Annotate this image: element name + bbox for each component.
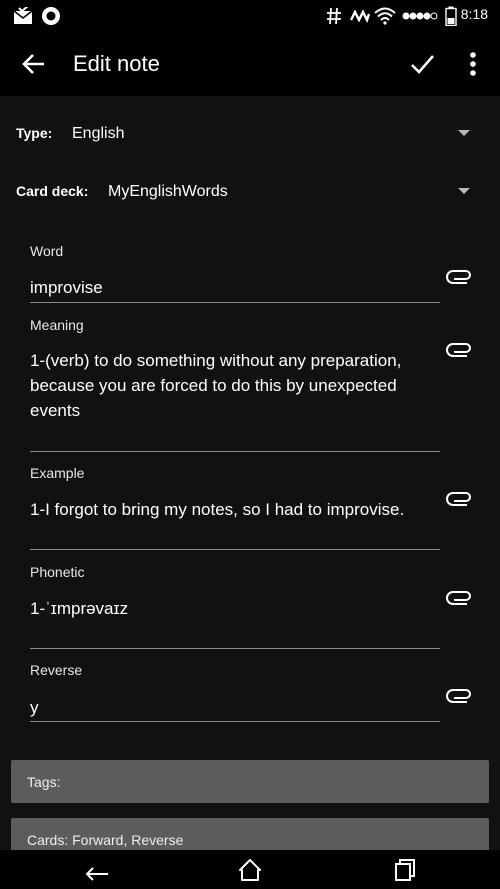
reverse-attach-icon[interactable] <box>446 685 474 705</box>
status-time: 8:18 <box>460 6 488 22</box>
check-icon[interactable] <box>408 50 436 78</box>
meaning-attach-icon[interactable] <box>446 339 474 359</box>
circle-app-icon <box>40 4 62 28</box>
word-underline <box>30 302 440 303</box>
battery-icon <box>444 4 458 28</box>
tags-label: Tags: <box>27 774 61 790</box>
meaning-field[interactable]: 1-(verb) to do something without any pre… <box>30 348 442 423</box>
nav-home-icon[interactable] <box>237 858 263 882</box>
hash-icon <box>325 4 343 28</box>
card-deck-dropdown[interactable]: MyEnglishWords <box>108 183 228 201</box>
word-label: Word <box>30 243 64 259</box>
meaning-underline <box>30 451 440 452</box>
reverse-field[interactable]: y <box>30 695 442 720</box>
wifi-icon <box>374 4 396 28</box>
activity-icon <box>350 4 370 28</box>
nav-back-icon[interactable] <box>84 858 110 882</box>
meaning-label: Meaning <box>30 317 84 333</box>
example-underline <box>30 549 440 550</box>
example-field[interactable]: 1-I forgot to bring my notes, so I had t… <box>30 497 442 522</box>
more-vert-icon[interactable] <box>463 50 483 78</box>
phonetic-attach-icon[interactable] <box>446 587 474 607</box>
edit-note-form: Type: English Card deck: MyEnglishWords … <box>0 96 500 858</box>
nav-recents-icon[interactable] <box>392 858 418 882</box>
signal-dots-icon <box>402 4 438 28</box>
mail-check-icon <box>12 4 34 28</box>
status-bar: 8:18 <box>0 0 500 32</box>
card-deck-dropdown-arrow-icon[interactable] <box>458 188 470 194</box>
type-dropdown-arrow-icon[interactable] <box>458 130 470 136</box>
phonetic-underline <box>30 648 440 649</box>
card-deck-label: Card deck: <box>16 183 89 199</box>
back-arrow-icon[interactable] <box>20 50 48 78</box>
example-label: Example <box>30 465 85 481</box>
tags-button[interactable]: Tags: <box>11 760 489 803</box>
word-attach-icon[interactable] <box>446 266 474 286</box>
reverse-underline <box>30 721 440 722</box>
type-label: Type: <box>16 125 53 141</box>
phonetic-field[interactable]: 1-ˈɪmprəvaɪz <box>30 596 442 621</box>
example-attach-icon[interactable] <box>446 488 474 508</box>
type-dropdown[interactable]: English <box>72 125 124 143</box>
page-title: Edit note <box>73 51 160 76</box>
cards-label: Cards: Forward, Reverse <box>27 832 184 848</box>
app-bar: Edit note <box>0 32 500 96</box>
navigation-bar <box>0 850 500 889</box>
word-field[interactable]: improvise <box>30 275 442 300</box>
phonetic-label: Phonetic <box>30 564 85 580</box>
reverse-label: Reverse <box>30 662 83 678</box>
